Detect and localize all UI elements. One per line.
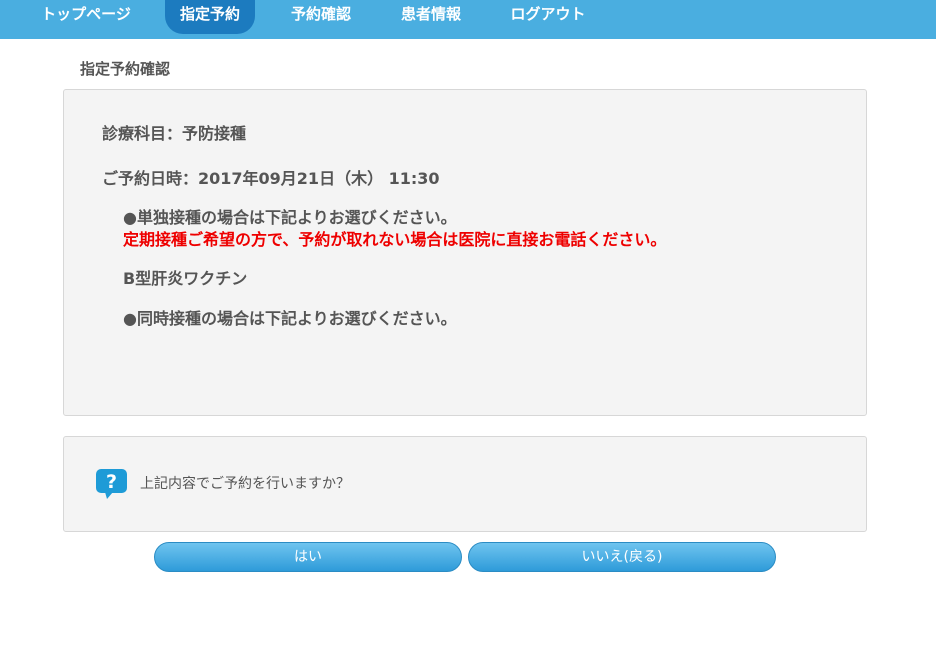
nav-logout[interactable]: ログアウト bbox=[510, 0, 586, 33]
department-line: 診療科目：予防接種 bbox=[102, 124, 247, 143]
reservation-details-panel: 診療科目：予防接種 ご予約日時：2017年09月21日（木） 11:30 ●単独… bbox=[63, 89, 867, 416]
nav-patient-info[interactable]: 患者情報 bbox=[400, 0, 462, 33]
warning-note: 定期接種ご希望の方で、予約が取れない場合は医院に直接お電話ください。 bbox=[123, 230, 667, 249]
single-vaccination-note: ●単独接種の場合は下記よりお選びください。 bbox=[123, 208, 457, 227]
nav-top-page[interactable]: トップページ bbox=[40, 0, 132, 33]
confirm-panel: ? 上記内容でご予約を行いますか？ bbox=[63, 436, 867, 532]
datetime-line: ご予約日時：2017年09月21日（木） 11:30 bbox=[102, 169, 440, 188]
confirm-question: 上記内容でご予約を行いますか？ bbox=[140, 476, 350, 492]
question-bubble-icon: ? bbox=[95, 468, 128, 500]
nav-reservation-check[interactable]: 予約確認 bbox=[290, 0, 352, 33]
vaccine-option[interactable]: B型肝炎ワクチン bbox=[123, 265, 247, 289]
no-back-button[interactable]: いいえ(戻る) bbox=[468, 542, 776, 572]
simultaneous-vaccination-note: ●同時接種の場合は下記よりお選びください。 bbox=[123, 309, 457, 328]
page-title: 指定予約確認 bbox=[80, 60, 171, 78]
top-navbar: トップページ 指定予約 予約確認 患者情報 ログアウト bbox=[0, 0, 936, 39]
svg-text:?: ? bbox=[106, 471, 117, 493]
yes-button[interactable]: はい bbox=[154, 542, 462, 572]
nav-designated-reservation[interactable]: 指定予約 bbox=[165, 0, 255, 34]
